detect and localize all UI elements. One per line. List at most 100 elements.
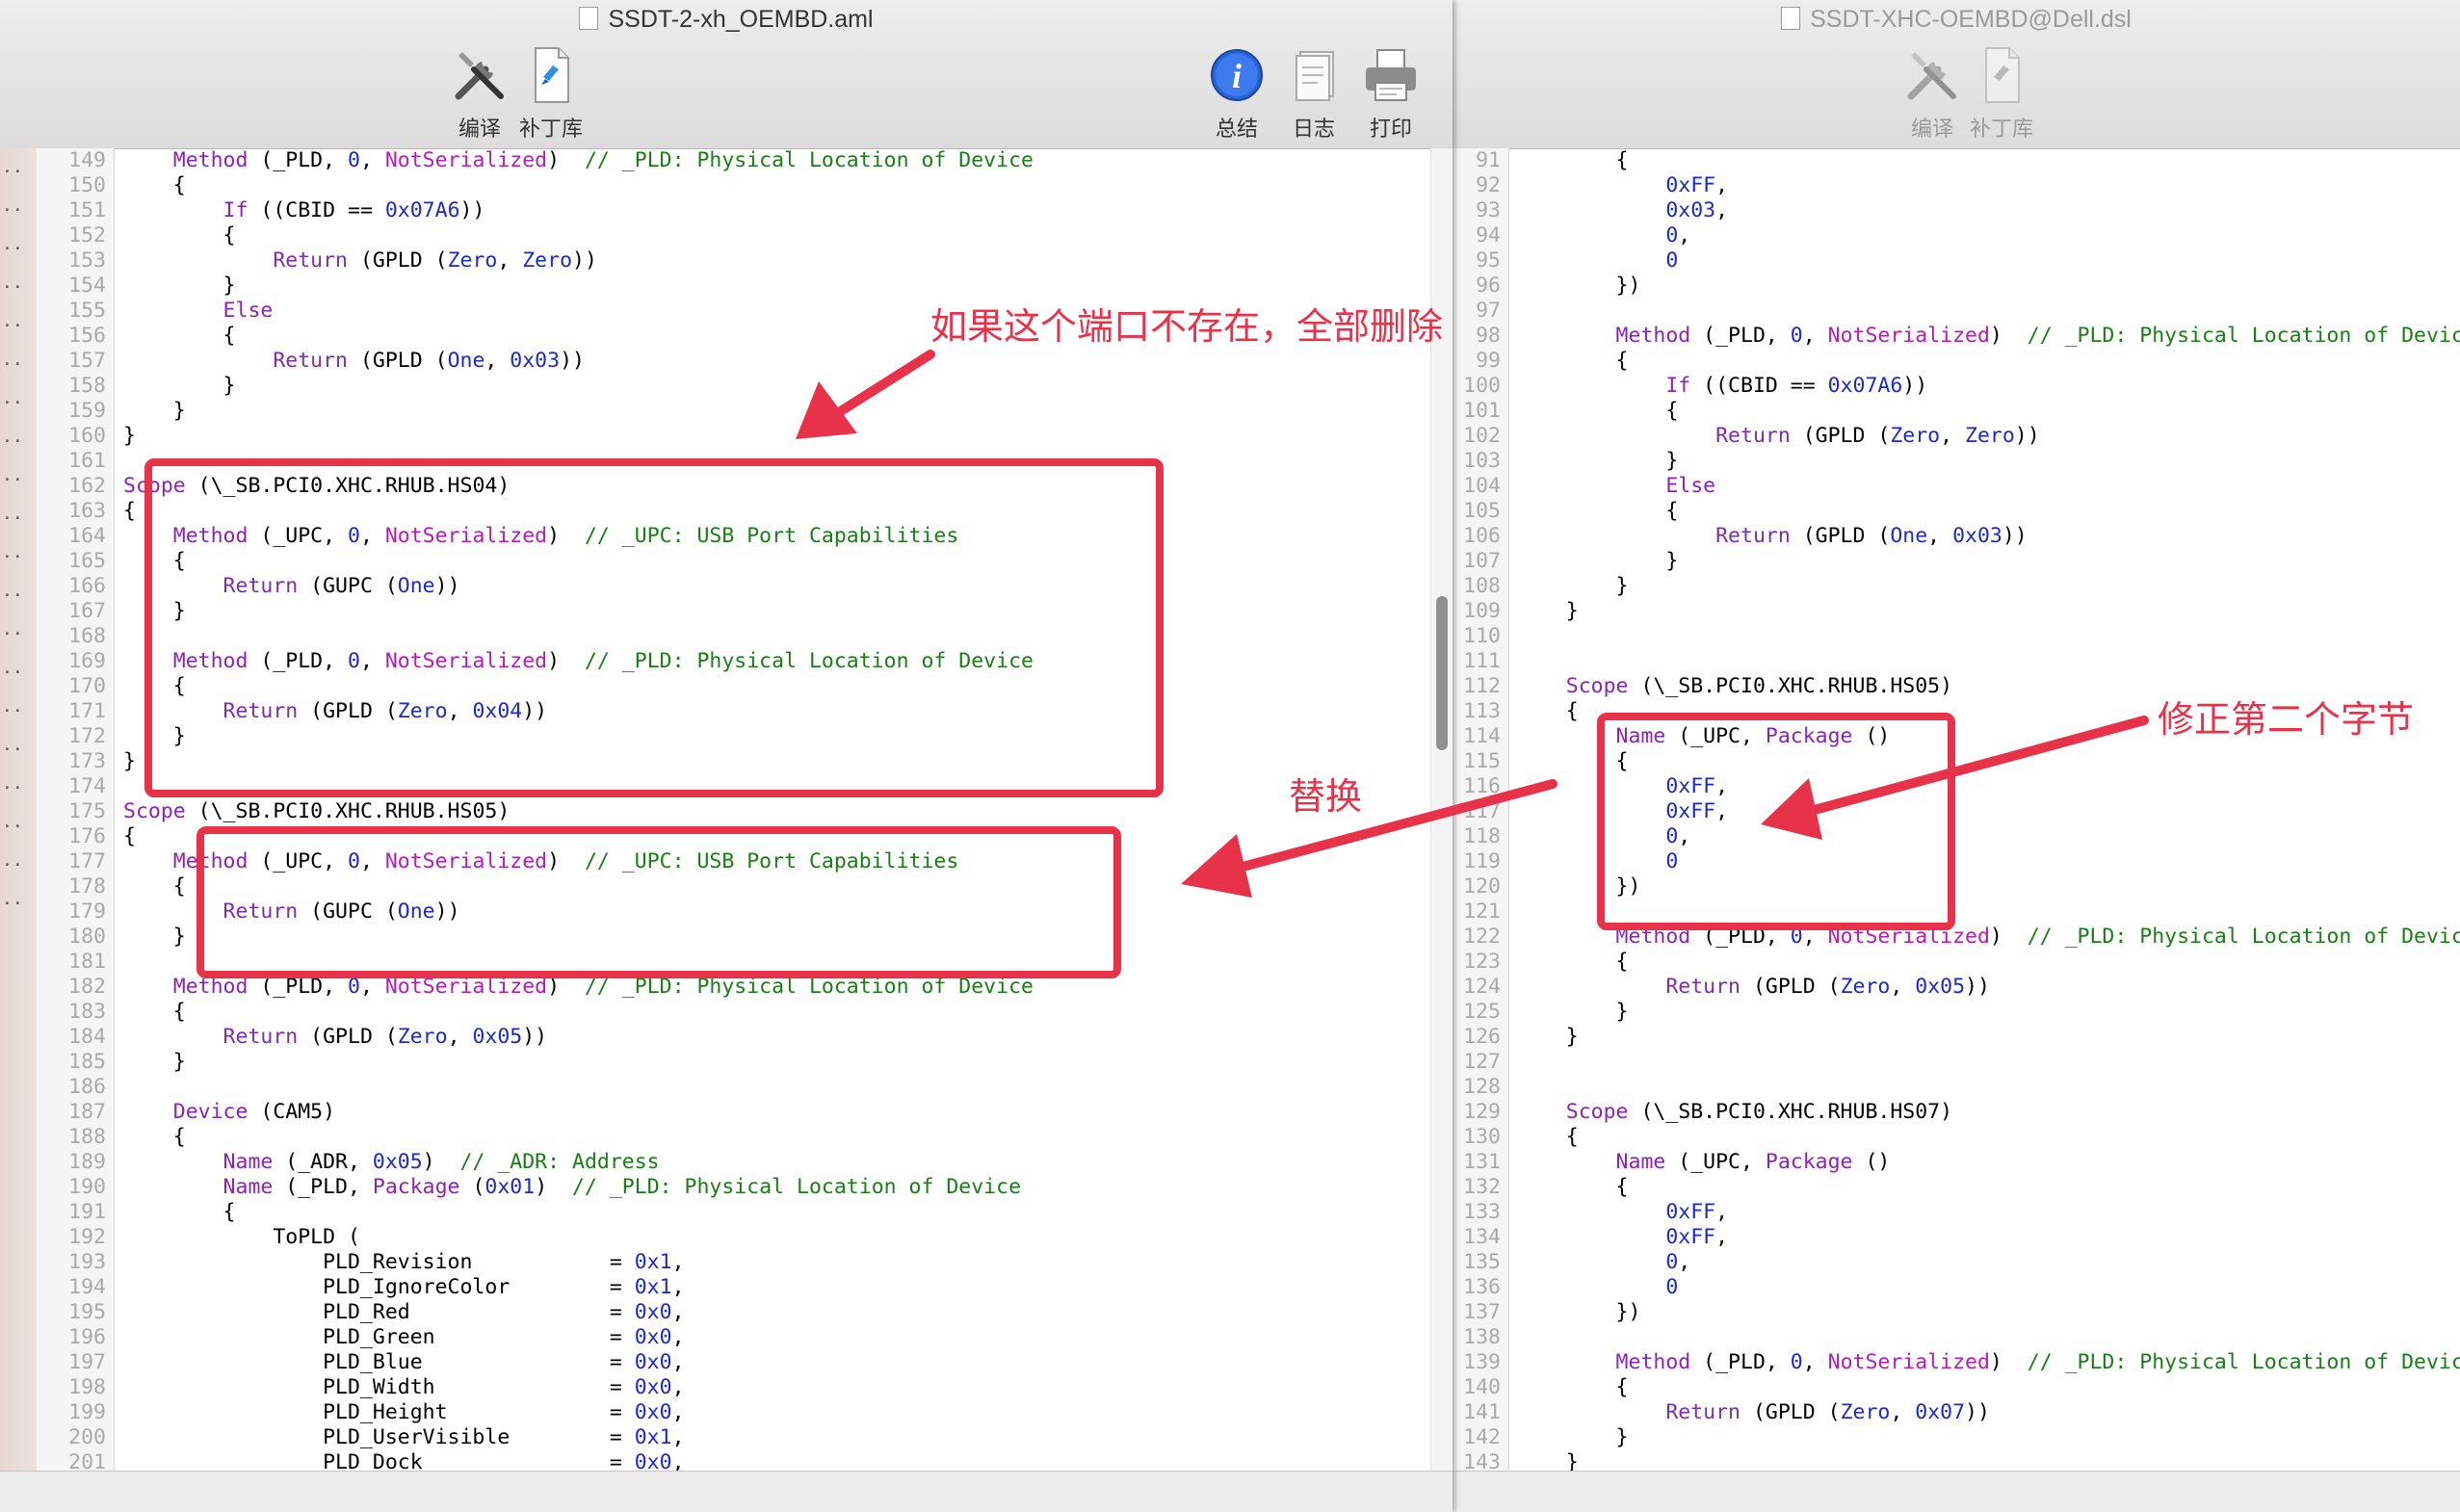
code-token: (CAM5) bbox=[260, 1100, 336, 1124]
line-number: 130 bbox=[1463, 1125, 1501, 1149]
code-token: { bbox=[1516, 399, 1679, 423]
code-line: } bbox=[123, 374, 1429, 399]
code-line: { bbox=[123, 173, 1429, 198]
code-token: NotSerialized bbox=[1827, 1350, 1990, 1374]
line-number: 172 bbox=[68, 724, 106, 748]
line-number: 185 bbox=[68, 1050, 106, 1074]
code-token: (_UPC, bbox=[1678, 1150, 1766, 1174]
code-token: // _PLD: Physical Location of Device bbox=[572, 1175, 1022, 1199]
left-bottom-bar bbox=[0, 1471, 1452, 1512]
line-number: 178 bbox=[68, 874, 106, 899]
code-token: Return bbox=[1516, 524, 1803, 548]
line-number: 116 bbox=[1463, 774, 1501, 798]
right-upc-package-highlight-box bbox=[1597, 713, 1955, 930]
code-token: PLD_IgnoreColor = bbox=[123, 1275, 635, 1299]
code-token: } bbox=[123, 749, 136, 773]
code-token: )) bbox=[2002, 524, 2028, 548]
code-line: PLD_UserVisible = 0x1, bbox=[123, 1425, 1429, 1450]
line-number: 167 bbox=[68, 599, 106, 623]
compile-button[interactable]: 编译 bbox=[441, 44, 518, 143]
line-number: 132 bbox=[1463, 1175, 1501, 1199]
code-token: (GPLD ( bbox=[1752, 975, 1841, 999]
code-token: , bbox=[1678, 1250, 1691, 1274]
code-token: } bbox=[1516, 1425, 1629, 1449]
code-token: 0 bbox=[1516, 1275, 1679, 1299]
code-token: PLD_Green = bbox=[123, 1325, 635, 1349]
code-line: Return (GPLD (Zero, 0x05)) bbox=[123, 1025, 1429, 1050]
code-line: { bbox=[1516, 1175, 2460, 1200]
line-number: 104 bbox=[1463, 474, 1501, 498]
code-token: 0 bbox=[1516, 223, 1679, 248]
code-token: { bbox=[123, 324, 236, 348]
code-line: Name (_PLD, Package (0x01) // _PLD: Phys… bbox=[123, 1175, 1429, 1200]
code-token: Package bbox=[372, 1175, 473, 1199]
code-token: Scope bbox=[1516, 1100, 1641, 1124]
line-number: 184 bbox=[68, 1025, 106, 1049]
code-line: Method (_PLD, 0, NotSerialized) // _PLD:… bbox=[1516, 324, 2460, 349]
code-token: 0x03 bbox=[1516, 198, 1716, 222]
code-line: Return (GPLD (Zero, Zero)) bbox=[1516, 424, 2460, 449]
left-scroll-thumb[interactable] bbox=[1436, 596, 1448, 750]
code-token: // _PLD: Physical Location of Device bbox=[584, 148, 1034, 172]
document-icon bbox=[579, 7, 599, 30]
print-button[interactable]: 打印 bbox=[1352, 44, 1429, 143]
line-number: 107 bbox=[1463, 549, 1501, 573]
code-token: , bbox=[1678, 223, 1691, 248]
right-patch-library-button[interactable]: 补丁库 bbox=[1963, 44, 2040, 143]
line-number: 139 bbox=[1463, 1350, 1501, 1374]
line-number: 168 bbox=[68, 624, 106, 648]
code-token: } bbox=[1516, 449, 1679, 473]
code-line: Name (_UPC, Package () bbox=[1516, 1150, 2460, 1175]
code-token: ) bbox=[1989, 925, 2028, 949]
code-token: 0x03 bbox=[1952, 524, 2002, 548]
line-number: 140 bbox=[1463, 1375, 1501, 1399]
code-token: , bbox=[359, 148, 385, 172]
code-token: } bbox=[1516, 1025, 1579, 1049]
line-number: 198 bbox=[68, 1375, 106, 1399]
line-number: 110 bbox=[1463, 624, 1501, 648]
code-line: Return (GPLD (Zero, 0x05)) bbox=[1516, 975, 2460, 1000]
patch-library-button[interactable]: 补丁库 bbox=[512, 44, 589, 143]
code-token: , bbox=[1927, 524, 1953, 548]
code-token: )) bbox=[560, 349, 585, 373]
log-button[interactable]: 日志 bbox=[1275, 44, 1352, 143]
line-number: 124 bbox=[1463, 975, 1501, 999]
code-line: { bbox=[1516, 1125, 2460, 1150]
code-token: }) bbox=[1516, 1300, 1641, 1324]
code-token: // _PLD: Physical Location of Device bbox=[2027, 925, 2460, 949]
right-compile-button[interactable]: 编译 bbox=[1894, 44, 1971, 143]
summary-button[interactable]: i 总结 bbox=[1198, 44, 1275, 143]
code-line: } bbox=[123, 399, 1429, 424]
code-line: { bbox=[1516, 499, 2460, 524]
right-titlebar: SSDT-XHC-OEMBD@Dell.dsl 编译 补丁库 bbox=[1452, 0, 2460, 149]
code-line: { bbox=[123, 1200, 1429, 1225]
line-number: 97 bbox=[1476, 299, 1501, 323]
line-number: 199 bbox=[68, 1400, 106, 1424]
document-icon bbox=[1781, 7, 1801, 30]
code-token: , bbox=[497, 248, 523, 273]
code-line: } bbox=[123, 274, 1429, 299]
code-token: 0x05 bbox=[472, 1025, 523, 1049]
code-token: 0 bbox=[1790, 1350, 1803, 1374]
line-number: 106 bbox=[1463, 524, 1501, 548]
code-token: , bbox=[1715, 198, 1729, 222]
line-number: 93 bbox=[1476, 198, 1501, 222]
code-token: } bbox=[1516, 599, 1579, 623]
code-token: Return bbox=[123, 248, 360, 273]
line-number: 138 bbox=[1463, 1325, 1501, 1349]
compile-label: 编译 bbox=[458, 117, 501, 142]
patch-label: 补丁库 bbox=[518, 117, 583, 142]
code-token: 0x1 bbox=[634, 1250, 672, 1274]
code-token: // _ADR: Address bbox=[459, 1150, 660, 1174]
code-token: { bbox=[123, 1200, 236, 1224]
code-line: } bbox=[123, 424, 1429, 449]
code-line: }) bbox=[1516, 274, 2460, 299]
line-number: 98 bbox=[1476, 324, 1501, 348]
left-file-sidebar[interactable]: .. .. .. .. .. .. .. .. .. .. .. .. .. .… bbox=[0, 148, 38, 1472]
code-token: 0x0 bbox=[634, 1325, 672, 1349]
code-token: If bbox=[1516, 374, 1704, 398]
code-token: , bbox=[671, 1350, 685, 1374]
print-label: 打印 bbox=[1369, 117, 1412, 142]
